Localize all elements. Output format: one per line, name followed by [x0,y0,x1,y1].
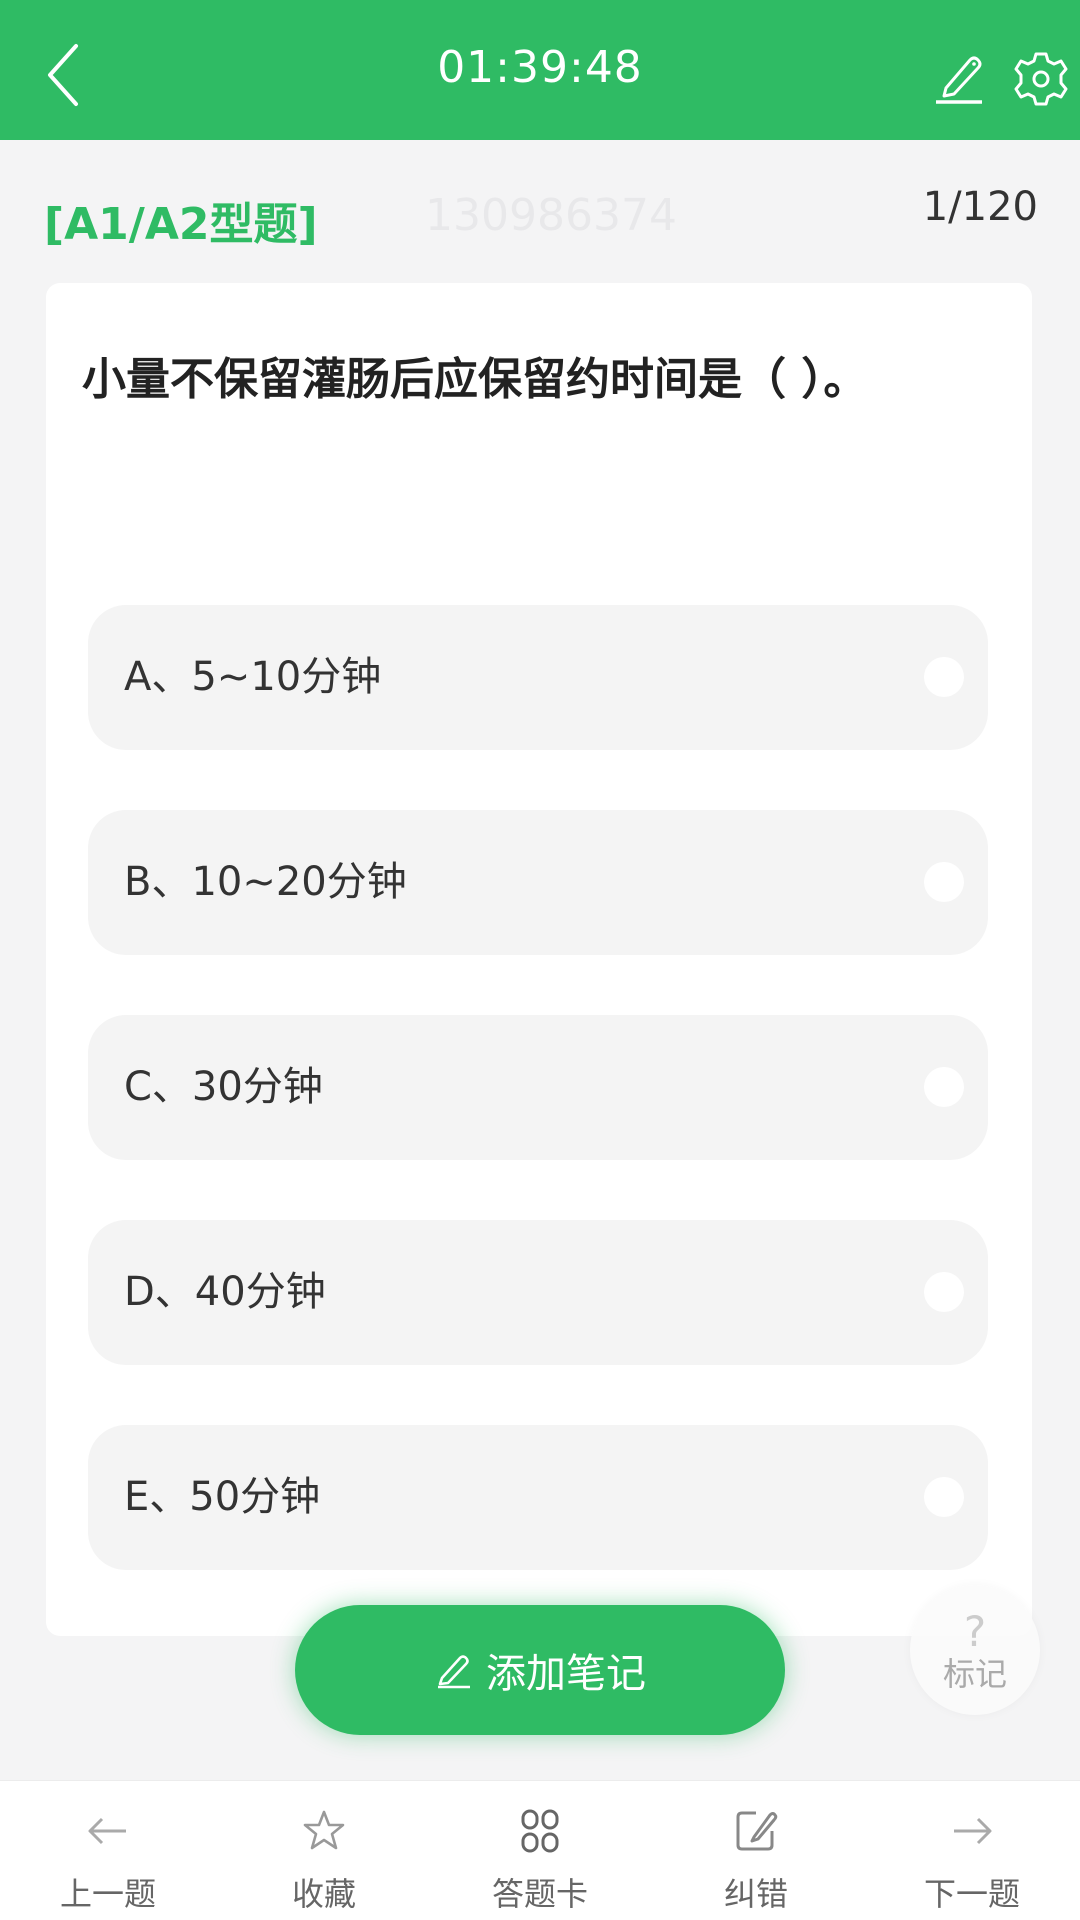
option-label: D、40分钟 [124,1269,326,1315]
edit-button[interactable] [932,50,988,106]
add-note-button[interactable]: 添加笔记 [295,1605,785,1735]
star-icon [216,1807,432,1859]
option-label: B、10~20分钟 [124,859,407,905]
question-mark-icon: ? [963,1607,987,1656]
option-b[interactable]: B、10~20分钟 [88,810,988,955]
option-e[interactable]: E、50分钟 [88,1425,988,1570]
arrow-right-icon [864,1807,1080,1859]
mark-button[interactable]: ? 标记 [910,1585,1040,1715]
nav-label: 答题卡 [491,1875,588,1913]
edit-square-icon [648,1807,864,1859]
radio-circle-icon[interactable] [924,657,964,697]
nav-label: 纠错 [723,1875,788,1913]
radio-circle-icon[interactable] [924,1477,964,1517]
radio-circle-icon[interactable] [924,1067,964,1107]
radio-circle-icon[interactable] [924,1272,964,1312]
pencil-icon [936,56,982,104]
pencil-icon [438,1655,470,1689]
header-bar: 01:39:48 [0,0,1080,140]
radio-circle-icon[interactable] [924,862,964,902]
bottom-nav: 上一题 收藏 答题卡 纠错 下一题 [0,1780,1080,1920]
option-d[interactable]: D、40分钟 [88,1220,988,1365]
nav-report-error[interactable]: 纠错 [648,1781,864,1920]
nav-label: 上一题 [59,1875,156,1913]
gear-icon [1014,52,1068,106]
nav-label: 收藏 [291,1875,356,1913]
timer: 01:39:48 [437,42,643,93]
option-label: A、5~10分钟 [124,654,382,700]
question-type-tag: [A1/A2型题] [44,199,318,250]
grid-icon [432,1807,648,1859]
add-note-label: 添加笔记 [486,1651,646,1697]
question-progress: 1/120 [922,184,1038,230]
nav-previous-question[interactable]: 上一题 [0,1781,216,1920]
option-label: C、30分钟 [124,1064,323,1110]
arrow-left-icon [0,1807,216,1859]
option-a[interactable]: A、5~10分钟 [88,605,988,750]
option-label: E、50分钟 [124,1474,321,1520]
question-id: 130986374 [425,190,677,241]
nav-answer-sheet[interactable]: 答题卡 [432,1781,648,1920]
nav-label: 下一题 [923,1875,1020,1913]
mark-label: 标记 [942,1655,1007,1693]
option-c[interactable]: C、30分钟 [88,1015,988,1160]
settings-button[interactable] [1012,50,1070,108]
nav-favorite[interactable]: 收藏 [216,1781,432,1920]
question-text: 小量不保留灌肠后应保留约时间是（ ）。 [82,354,868,405]
nav-next-question[interactable]: 下一题 [864,1781,1080,1920]
